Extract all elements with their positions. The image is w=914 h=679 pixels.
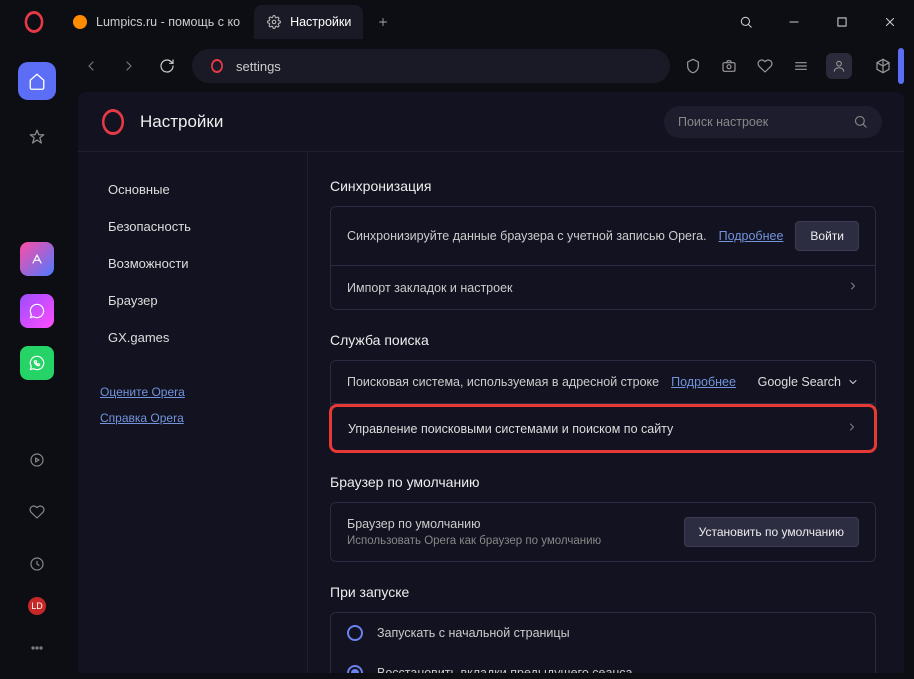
tab-lumpics[interactable]: Lumpics.ru - помощь с ко [60,5,252,39]
tab-label: Настройки [290,15,351,29]
sync-text: Синхронизируйте данные браузера с учетно… [347,229,707,243]
search-engine-row[interactable]: Поисковая система, используемая в адресн… [331,361,875,404]
search-icon[interactable] [730,6,762,38]
new-tab-button[interactable] [371,10,395,34]
history-icon[interactable] [18,545,56,583]
speed-dial-icon[interactable] [18,118,56,156]
section-sync-title: Синхронизация [330,178,876,194]
more-icon[interactable] [18,629,56,667]
forward-button[interactable] [116,53,142,79]
tab-settings[interactable]: Настройки [254,5,363,39]
reload-button[interactable] [154,53,180,79]
import-label: Импорт закладок и настроек [347,281,513,295]
startup-option-restore[interactable]: Восстановить вкладки предыдущего сеанса [331,653,875,673]
opera-logo [20,8,48,36]
set-default-button[interactable]: Установить по умолчанию [684,517,859,547]
manage-search-label: Управление поисковыми системами и поиско… [348,422,673,436]
toolbar-icons [682,48,904,84]
startup-option-home[interactable]: Запускать с начальной страницы [331,613,875,653]
settings-content: Синхронизация Синхронизируйте данные бра… [308,152,904,673]
heart-icon[interactable] [754,55,776,77]
page-title: Настройки [140,112,223,132]
settings-header: Настройки [78,92,904,152]
cube-icon[interactable] [872,55,894,77]
profile-icon[interactable] [826,53,852,79]
manage-search-engines-row[interactable]: Управление поисковыми системами и поиско… [329,404,877,453]
maximize-button[interactable] [826,6,858,38]
window-titlebar: Lumpics.ru - помощь с ко Настройки [0,0,914,44]
whatsapp-icon[interactable] [20,346,54,380]
side-rail: LD [2,48,72,677]
search-card: Поисковая система, используемая в адресн… [330,360,876,452]
select-value: Google Search [758,375,841,389]
search-engine-select[interactable]: Google Search [758,375,859,389]
right-accent [898,48,904,84]
help-opera-link[interactable]: Справка Opera [100,411,285,425]
opt1-label: Запускать с начальной страницы [377,626,570,640]
address-text: settings [236,59,281,74]
sync-row[interactable]: Синхронизируйте данные браузера с учетно… [331,207,875,266]
radio-selected [347,665,363,673]
badge-icon[interactable]: LD [28,597,46,615]
sidebar-item-basic[interactable]: Основные [100,172,285,207]
sync-more-link[interactable]: Подробнее [719,229,784,243]
sidebar-item-features[interactable]: Возможности [100,246,285,281]
sidebar-item-browser[interactable]: Браузер [100,283,285,318]
opt2-label: Восстановить вкладки предыдущего сеанса [377,666,633,673]
tab-strip: Lumpics.ru - помощь с ко Настройки [60,0,730,44]
settings-search[interactable] [664,106,882,138]
search-more-link[interactable]: Подробнее [671,375,736,389]
menu-icon[interactable] [790,55,812,77]
close-button[interactable] [874,6,906,38]
window-controls [730,6,906,38]
home-button[interactable] [18,62,56,100]
nav-toolbar: settings [0,44,914,88]
sidebar-item-gxgames[interactable]: GX.games [100,320,285,355]
section-search-title: Служба поиска [330,332,876,348]
sidebar-item-security[interactable]: Безопасность [100,209,285,244]
search-engine-label: Поисковая система, используемая в адресн… [347,375,659,389]
app-shortcut-1[interactable] [20,242,54,276]
messenger-icon[interactable] [20,294,54,328]
default-sub: Использовать Opera как браузер по умолча… [347,535,601,547]
search-input[interactable] [678,115,853,129]
chevron-down-icon [847,376,859,388]
camera-icon[interactable] [718,55,740,77]
address-bar[interactable]: settings [192,49,670,83]
favicon-lumpics [72,14,88,30]
tab-label: Lumpics.ru - помощь с ко [96,15,240,29]
play-icon[interactable] [18,441,56,479]
chevron-right-icon [846,421,858,436]
search-icon [853,114,868,129]
shield-icon[interactable] [682,55,704,77]
back-button[interactable] [78,53,104,79]
startup-card: Запускать с начальной страницы Восстанов… [330,612,876,673]
sync-card: Синхронизируйте данные браузера с учетно… [330,206,876,310]
opera-icon [208,57,226,75]
section-default-title: Браузер по умолчанию [330,474,876,490]
opera-logo-header [102,109,124,135]
chevron-right-icon [847,280,859,295]
section-startup-title: При запуске [330,584,876,600]
radio-unselected [347,625,363,641]
rate-opera-link[interactable]: Оцените Opera [100,385,285,399]
settings-page: Настройки Основные Безопасность Возможно… [78,92,904,673]
default-browser-row[interactable]: Браузер по умолчанию Использовать Opera … [331,503,875,561]
minimize-button[interactable] [778,6,810,38]
gear-icon [266,14,282,30]
heart-rail-icon[interactable] [18,493,56,531]
settings-sidebar: Основные Безопасность Возможности Браузе… [78,152,308,673]
default-browser-card: Браузер по умолчанию Использовать Opera … [330,502,876,562]
import-row[interactable]: Импорт закладок и настроек [331,266,875,309]
default-label: Браузер по умолчанию [347,517,601,531]
sign-in-button[interactable]: Войти [795,221,859,251]
